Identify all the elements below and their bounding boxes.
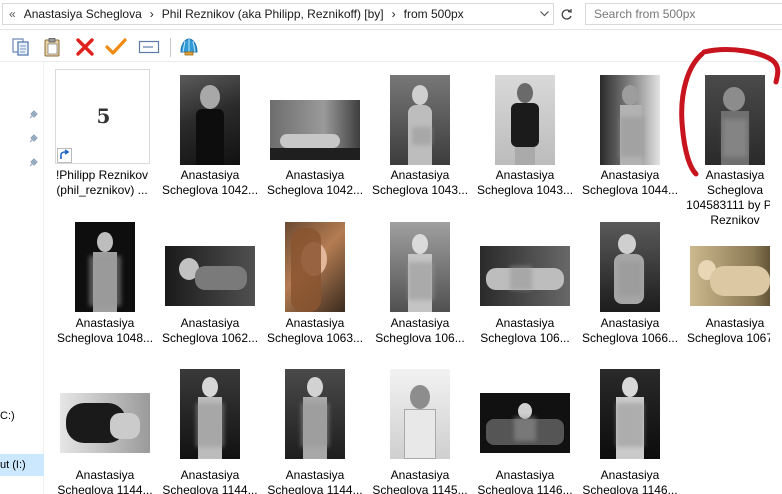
image-thumbnail: [600, 369, 660, 459]
file-label: Anastasiya Scheglova 106...: [480, 316, 570, 345]
file-label: Anastasiya Scheglova 1144...: [162, 468, 258, 494]
file-label: Anastasiya Scheglova 1144...: [57, 468, 153, 494]
shortcut-arrow-icon: [57, 148, 72, 163]
navigation-pane[interactable]: C:) ut (I:): [0, 62, 44, 494]
file-label: Anastasiya Scheglova 1067...: [686, 316, 782, 345]
shell-button[interactable]: [177, 35, 201, 59]
image-thumbnail: [480, 246, 570, 306]
image-thumbnail: [705, 75, 765, 165]
file-label: Anastasiya Scheglova 1144...: [267, 468, 363, 494]
address-row: « Anastasiya Scheglova › Phil Reznikov (…: [0, 0, 782, 30]
file-label: Anastasiya Scheglova 106...: [375, 316, 465, 345]
image-thumbnail: [270, 100, 360, 160]
file-label: Anastasiya Scheglova 1062...: [161, 316, 259, 345]
shortcut-item[interactable]: 5 !Philipp Reznikov (phil_reznikov) ...: [44, 62, 150, 202]
image-thumbnail: [60, 393, 150, 453]
copy-button[interactable]: [9, 35, 33, 59]
file-label: Anastasiya Scheglova 1043...: [476, 168, 574, 197]
image-thumbnail: [180, 75, 240, 165]
pin-icon[interactable]: [28, 134, 38, 144]
toolbar-divider: [170, 38, 171, 57]
image-thumbnail: [495, 75, 555, 165]
overflow-chevron[interactable]: «: [3, 7, 20, 21]
image-thumbnail: [390, 369, 450, 459]
shortcut-glyph: 5: [96, 104, 111, 128]
file-label: Anastasiya Scheglova 1042...: [266, 168, 364, 197]
image-thumbnail: [480, 393, 570, 453]
check-icon: [105, 38, 127, 55]
file-label: Anastasiya Scheglova 1043...: [371, 168, 469, 197]
rename-icon: [138, 40, 160, 54]
shell-icon: [180, 38, 198, 56]
image-thumbnail: [165, 246, 255, 306]
pin-icon[interactable]: [28, 110, 38, 120]
image-thumbnail: [600, 222, 660, 312]
image-thumbnail: [75, 222, 135, 312]
address-dropdown-button[interactable]: [535, 4, 553, 24]
chevron-down-icon: [539, 11, 549, 17]
file-label: Anastasiya Scheglova 1145...: [372, 468, 468, 494]
file-label: Anastasiya Scheglova 1042...: [161, 168, 259, 197]
file-view[interactable]: 5 !Philipp Reznikov (phil_reznikov) ... …: [44, 62, 782, 494]
copy-icon: [12, 38, 29, 56]
file-label: Anastasiya Scheglova 1044...: [581, 168, 679, 197]
paste-button[interactable]: [40, 35, 64, 59]
address-bar[interactable]: « Anastasiya Scheglova › Phil Reznikov (…: [2, 3, 554, 25]
rename-button[interactable]: [137, 35, 161, 59]
image-thumbnail: [285, 222, 345, 312]
vertical-scrollbar[interactable]: [770, 62, 782, 494]
image-thumbnail: [285, 369, 345, 459]
delete-icon: [76, 38, 94, 56]
refresh-icon: [561, 8, 572, 20]
image-thumbnail: [690, 246, 780, 306]
nav-item-drive-c[interactable]: C:): [0, 410, 15, 422]
file-label: Anastasiya Scheglova 1048...: [56, 316, 154, 345]
breadcrumb-phil-reznikov[interactable]: Phil Reznikov (aka Philipp, Reznikoff) […: [158, 7, 388, 21]
image-thumbnail: [180, 369, 240, 459]
delete-button[interactable]: [73, 35, 97, 59]
file-label: Anastasiya Scheglova 1066...: [581, 316, 679, 345]
breadcrumb-from-500px[interactable]: from 500px: [400, 7, 468, 21]
refresh-button[interactable]: [556, 4, 576, 24]
search-input[interactable]: [594, 7, 774, 21]
image-thumbnail: [390, 222, 450, 312]
toolbar: [0, 31, 782, 62]
check-button[interactable]: [104, 35, 128, 59]
shortcut-thumbnail: 5: [55, 69, 150, 164]
breadcrumb-separator[interactable]: ›: [146, 7, 158, 21]
breadcrumb-separator[interactable]: ›: [388, 7, 400, 21]
file-label: Anastasiya Scheglova 1146...: [582, 468, 678, 494]
nav-item-drive-i[interactable]: ut (I:): [0, 454, 44, 476]
pin-icon[interactable]: [28, 158, 38, 168]
paste-icon: [44, 38, 60, 57]
file-label: Anastasiya Scheglova 1063...: [266, 316, 364, 345]
breadcrumb-anastasiya[interactable]: Anastasiya Scheglova: [20, 7, 146, 21]
image-thumbnail: [600, 75, 660, 165]
search-box[interactable]: [585, 3, 782, 25]
image-thumbnail: [390, 75, 450, 165]
file-label: !Philipp Reznikov (phil_reznikov) ...: [55, 168, 149, 197]
file-label: Anastasiya Scheglova 1146...: [477, 468, 573, 494]
